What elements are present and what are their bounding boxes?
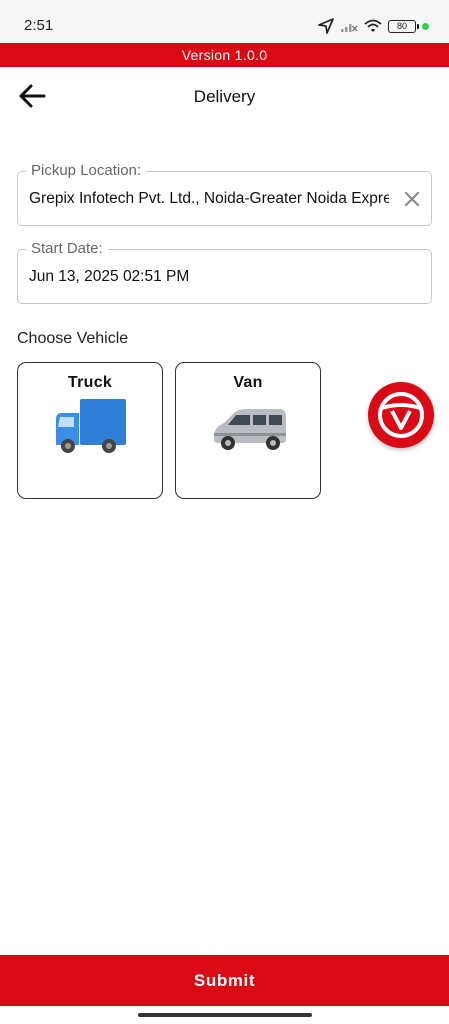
status-bar: 2:51 80 xyxy=(0,0,449,43)
pickup-location-label: Pickup Location: xyxy=(26,162,147,179)
submit-button[interactable]: Submit xyxy=(0,955,449,1006)
vehicle-name: Van xyxy=(233,374,263,391)
vehicle-card-truck[interactable]: Truck xyxy=(17,362,163,499)
status-time: 2:51 xyxy=(24,17,54,34)
steering-wheel-button[interactable] xyxy=(368,382,434,448)
pickup-location-field[interactable]: Pickup Location: Grepix Infotech Pvt. Lt… xyxy=(17,162,432,226)
clear-pickup-button[interactable] xyxy=(403,190,421,208)
status-icons: 80 xyxy=(318,16,429,36)
start-date-label: Start Date: xyxy=(26,240,108,257)
choose-vehicle-label: Choose Vehicle xyxy=(17,330,129,347)
vehicle-card-van[interactable]: Van xyxy=(175,362,321,499)
battery-icon: 80 xyxy=(388,19,419,33)
start-date-field[interactable]: Start Date: Jun 13, 2025 02:51 PM xyxy=(17,240,432,304)
home-indicator[interactable] xyxy=(138,1013,312,1017)
page-title: Delivery xyxy=(193,87,256,106)
vehicle-name: Truck xyxy=(67,374,113,391)
app-header: Delivery xyxy=(0,67,449,127)
green-dot-icon xyxy=(422,22,429,30)
steering-wheel-icon xyxy=(378,392,424,438)
start-date-value[interactable]: Jun 13, 2025 02:51 PM xyxy=(29,268,389,286)
wifi-icon xyxy=(364,19,382,32)
location-arrow-icon xyxy=(318,18,334,34)
close-icon xyxy=(404,191,420,207)
van-icon xyxy=(214,409,286,450)
truck-icon xyxy=(56,399,126,453)
pickup-location-value[interactable]: Grepix Infotech Pvt. Ltd., Noida-Greater… xyxy=(29,190,389,208)
version-banner: Version 1.0.0 xyxy=(0,43,449,67)
signal-off-icon xyxy=(341,24,358,32)
